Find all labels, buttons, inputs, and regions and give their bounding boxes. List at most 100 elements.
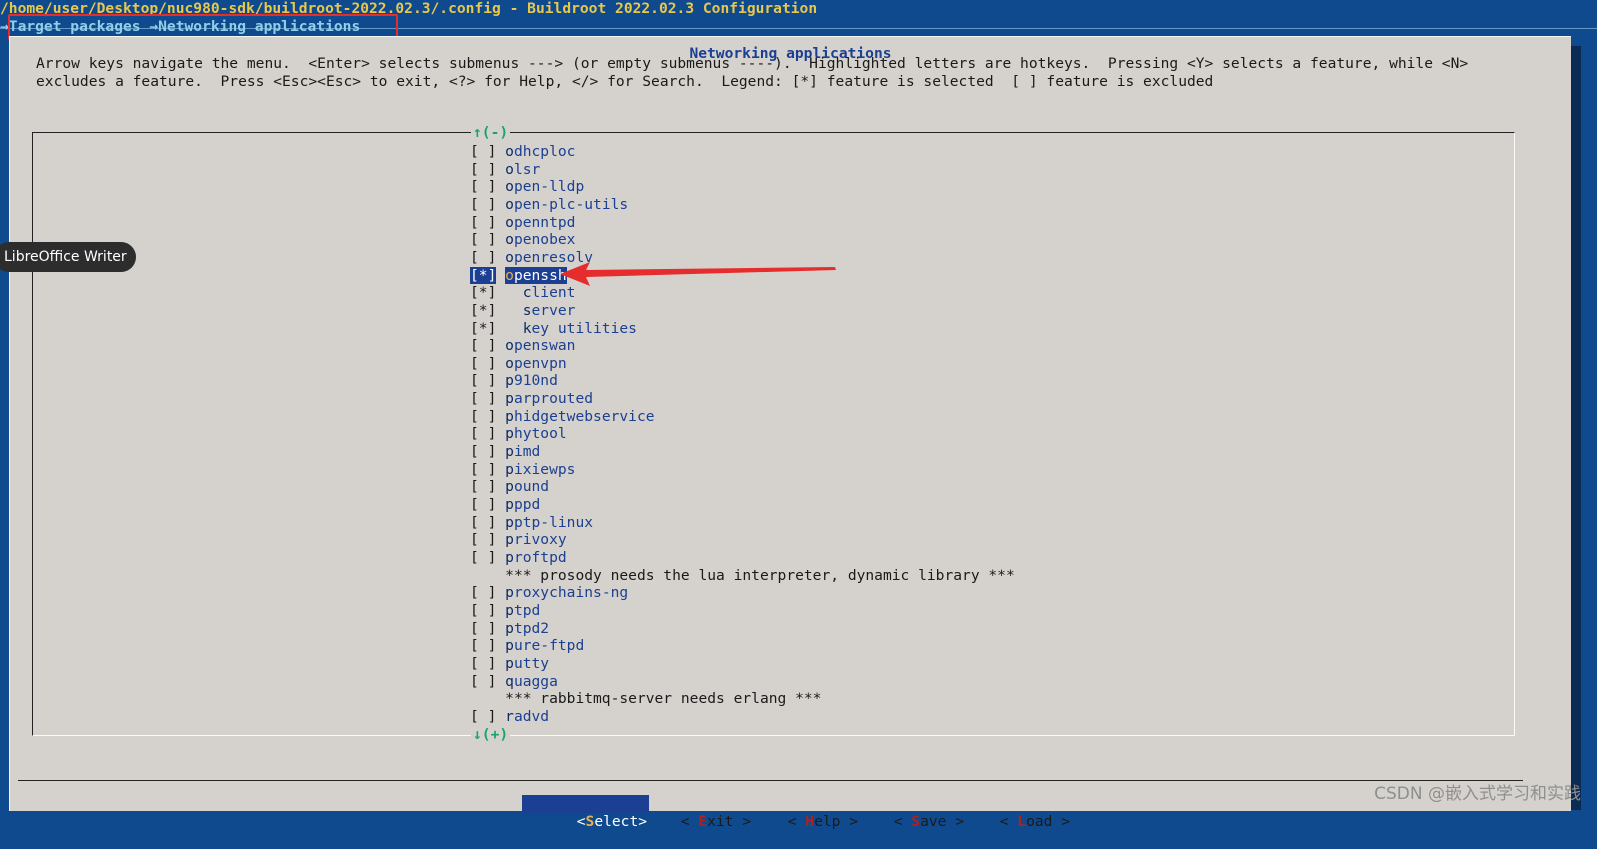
help-text-line-1: Arrow keys navigate the menu. <Enter> se…	[36, 55, 1469, 72]
menu-item[interactable]: [ ] openobex	[470, 231, 575, 249]
menu-item[interactable]: [ ] pppd	[470, 496, 540, 514]
menu-item-checkbox[interactable]: [ ]	[470, 655, 496, 673]
save-button[interactable]: < Save >	[841, 795, 964, 830]
menu-item[interactable]: [*] key utilities	[470, 320, 637, 338]
menu-item-label-rest: roftpd	[513, 548, 567, 566]
menu-item-checkbox[interactable]: [ ]	[470, 161, 496, 179]
menu-item[interactable]: [ ] openswan	[470, 337, 575, 355]
button-separator	[18, 780, 1523, 781]
menu-item-checkbox[interactable]: [ ]	[470, 602, 496, 620]
menu-item[interactable]: [ ] ptpd	[470, 602, 540, 620]
menu-item-hotkey: r	[505, 707, 514, 725]
menu-item[interactable]: [ ] odhcploc	[470, 143, 575, 161]
menu-item-hotkey: p	[505, 425, 514, 443]
menu-item-checkbox[interactable]: [ ]	[470, 178, 496, 196]
menu-item-checkbox[interactable]: [ ]	[470, 461, 496, 479]
exit-button[interactable]: < Exit >	[628, 795, 751, 830]
menu-item-checkbox[interactable]: [ ]	[470, 673, 496, 691]
menu-item-label: openobex	[505, 231, 575, 248]
menu-item-checkbox[interactable]: [*]	[470, 284, 496, 302]
menu-item[interactable]: [ ] olsr	[470, 161, 540, 179]
menu-item-checkbox[interactable]: [ ]	[470, 390, 496, 408]
menu-item-label: phidgetwebservice	[505, 408, 654, 425]
menu-item[interactable]: [ ] parprouted	[470, 390, 593, 408]
menu-item[interactable]: [ ] open-plc-utils	[470, 196, 628, 214]
load-button[interactable]: < Load >	[947, 795, 1070, 830]
menu-item[interactable]: [ ] openvpn	[470, 355, 567, 373]
menu-item-checkbox[interactable]: [ ]	[470, 443, 496, 461]
menu-item-checkbox[interactable]: [ ]	[470, 355, 496, 373]
menu-item-label-rest: ure-ftpd	[513, 637, 585, 655]
menu-item-label-rest: arprouted	[513, 390, 594, 408]
menu-item[interactable]: [*] server	[470, 302, 575, 320]
menu-item-checkbox[interactable]: [ ]	[470, 196, 496, 214]
menu-item-checkbox[interactable]: [ ]	[470, 372, 496, 390]
menu-item-checkbox[interactable]: [ ]	[470, 143, 496, 161]
menu-item-checkbox[interactable]: [ ]	[470, 637, 496, 655]
menu-item-label-rest: lsr	[513, 160, 541, 178]
menu-item-label-rest: erver	[531, 301, 576, 319]
menu-item-checkbox[interactable]: [ ]	[470, 549, 496, 567]
taskbar-tooltip: LibreOffice Writer	[0, 242, 136, 272]
menu-item-checkbox[interactable]: [ ]	[470, 408, 496, 426]
menu-item-checkbox[interactable]: [ ]	[470, 620, 496, 638]
menuconfig-dialog: Networking applications Arrow keys navig…	[9, 36, 1571, 830]
menu-item-label-rest: penvpn	[513, 354, 567, 372]
menu-item[interactable]: [ ] radvd	[470, 708, 549, 726]
menu-item-hotkey: p	[505, 601, 514, 619]
menu-item[interactable]: [ ] pure-ftpd	[470, 637, 584, 655]
menu-item[interactable]: [ ] pound	[470, 478, 549, 496]
menu-item-hotkey: o	[505, 160, 514, 178]
menu-item[interactable]: [ ] pptp-linux	[470, 514, 593, 532]
menu-item-hotkey: o	[505, 195, 514, 213]
menu-item[interactable]: [ ] pixiewps	[470, 461, 575, 479]
menu-item-hotkey: p	[505, 407, 514, 425]
menu-item-checkbox[interactable]: [ ]	[470, 425, 496, 443]
menu-item-label: olsr	[505, 161, 540, 178]
menu-item-checkbox[interactable]: [ ]	[470, 249, 496, 267]
menu-item-label: odhcploc	[505, 143, 575, 160]
menu-item[interactable]: [ ] proxychains-ng	[470, 584, 628, 602]
scroll-up-indicator[interactable]: ↑(-)	[471, 124, 511, 141]
menu-item-hotkey: p	[505, 460, 514, 478]
menu-item-checkbox[interactable]: [ ]	[470, 708, 496, 726]
menu-item[interactable]: [ ] openntpd	[470, 214, 575, 232]
menu-item-checkbox[interactable]: [ ]	[470, 531, 496, 549]
menu-item[interactable]: [ ] open-lldp	[470, 178, 584, 196]
menu-item[interactable]: [ ] pimd	[470, 443, 540, 461]
menu-item[interactable]: [ ] phytool	[470, 425, 567, 443]
menu-item-checkbox[interactable]: [*]	[470, 266, 497, 285]
menu-item[interactable]: [ ] ptpd2	[470, 620, 549, 638]
menu-item[interactable]: [ ] phidgetwebservice	[470, 408, 655, 426]
menu-item-checkbox[interactable]: [ ]	[470, 231, 496, 249]
menu-item-checkbox[interactable]: [ ]	[470, 496, 496, 514]
menu-item[interactable]: [ ] proftpd	[470, 549, 567, 567]
menu-item-label: server	[505, 301, 576, 319]
menu-item-label-rest: imd	[513, 443, 541, 461]
menu-item-checkbox[interactable]: [ ]	[470, 478, 496, 496]
menu-item[interactable]: [*] openssh	[470, 266, 567, 285]
help-button[interactable]: < Help >	[735, 795, 858, 830]
menu-item[interactable]: [ ] privoxy	[470, 531, 567, 549]
dialog-shadow	[1571, 46, 1581, 810]
menu-item-checkbox[interactable]: [ ]	[470, 214, 496, 232]
menu-item-label-rest: ey utilities	[531, 319, 637, 337]
menu-item-hotkey: o	[505, 143, 514, 160]
menu-item-label: phytool	[505, 425, 567, 442]
menu-item-hotkey: p	[505, 390, 514, 408]
scroll-down-indicator[interactable]: ↓(+)	[471, 726, 511, 743]
menu-item-checkbox[interactable]: [ ]	[470, 584, 496, 602]
menu-item[interactable]: [ ] quagga	[470, 673, 558, 691]
menu-item-checkbox[interactable]: [ ]	[470, 514, 496, 532]
menu-item[interactable]: [ ] putty	[470, 655, 549, 673]
menu-item-checkbox[interactable]: [ ]	[470, 337, 496, 355]
menu-item-checkbox[interactable]: [*]	[470, 302, 496, 320]
menu-comment-text: *** prosody needs the lua interpreter, d…	[505, 566, 1015, 584]
menu-item-label-rest: pen-plc-utils	[513, 195, 629, 213]
menu-item-checkbox[interactable]: [*]	[470, 320, 496, 338]
menu-item-label: key utilities	[505, 320, 637, 337]
menu-item-label: pppd	[505, 496, 540, 513]
menu-item-label-rest: penobex	[513, 231, 576, 249]
menu-item[interactable]: [ ] p910nd	[470, 372, 558, 390]
menu-item-hotkey: p	[505, 478, 514, 496]
